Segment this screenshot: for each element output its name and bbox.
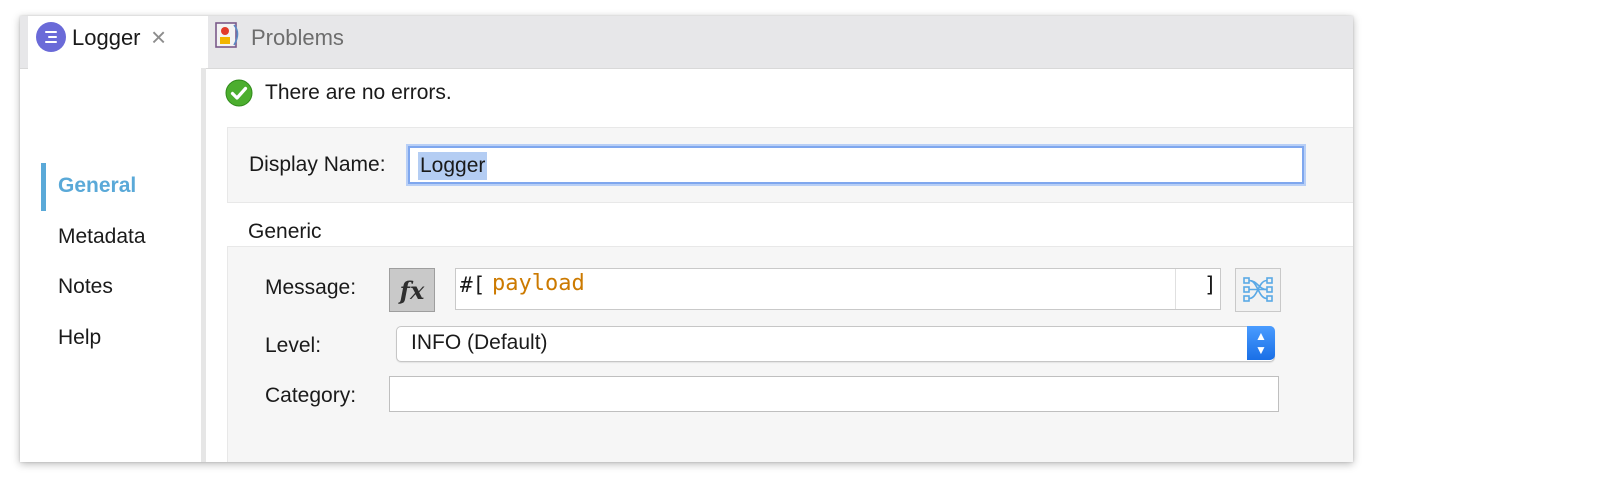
sidebar-item-metadata[interactable]: Metadata xyxy=(58,225,146,249)
tab-logger-label: Logger xyxy=(72,25,141,50)
message-scrollbar[interactable] xyxy=(1175,269,1198,309)
sidebar-item-general[interactable]: General xyxy=(58,174,136,198)
level-value: INFO (Default) xyxy=(411,331,548,354)
tab-bar: Logger × Problems xyxy=(20,16,1353,69)
close-icon[interactable]: × xyxy=(151,24,166,50)
category-field[interactable] xyxy=(389,376,1279,412)
display-name-value: Logger xyxy=(418,152,488,180)
level-select[interactable]: INFO (Default) ▲ ▼ xyxy=(396,326,1275,362)
message-prefix: #[ xyxy=(460,273,486,297)
status-row: There are no errors. xyxy=(225,77,452,109)
datasense-map-button[interactable] xyxy=(1235,268,1281,312)
section-title-generic: Generic xyxy=(248,220,322,243)
sidebar-item-notes[interactable]: Notes xyxy=(58,275,113,299)
data-mapping-icon xyxy=(1243,277,1273,302)
active-indicator xyxy=(41,163,46,211)
message-expression[interactable]: payload xyxy=(492,271,585,296)
logger-icon xyxy=(36,22,66,52)
message-field[interactable]: #[ payload ] xyxy=(455,268,1221,310)
message-suffix: ] xyxy=(1204,273,1217,297)
sidebar-divider xyxy=(201,68,206,462)
display-name-label: Display Name: xyxy=(249,153,386,176)
status-text: There are no errors. xyxy=(265,81,452,104)
sidebar-item-help[interactable]: Help xyxy=(58,326,101,350)
category-label: Category: xyxy=(265,384,357,407)
message-label: Message: xyxy=(265,276,357,299)
display-name-field[interactable] xyxy=(408,146,1304,184)
sidebar: General Metadata Notes Help xyxy=(28,68,201,462)
chevron-updown-icon: ▲ ▼ xyxy=(1247,326,1275,360)
tab-problems[interactable]: Problems xyxy=(210,16,370,68)
tab-logger[interactable]: Logger × xyxy=(28,16,208,68)
level-label: Level: xyxy=(265,334,322,357)
logger-properties-window: Logger × Problems General Metadata Notes… xyxy=(20,16,1353,462)
fx-icon: fx xyxy=(399,275,425,305)
fx-toggle-button[interactable]: fx xyxy=(389,268,435,312)
tab-problems-label: Problems xyxy=(251,25,344,50)
problems-icon xyxy=(215,22,239,48)
check-icon xyxy=(225,79,253,107)
